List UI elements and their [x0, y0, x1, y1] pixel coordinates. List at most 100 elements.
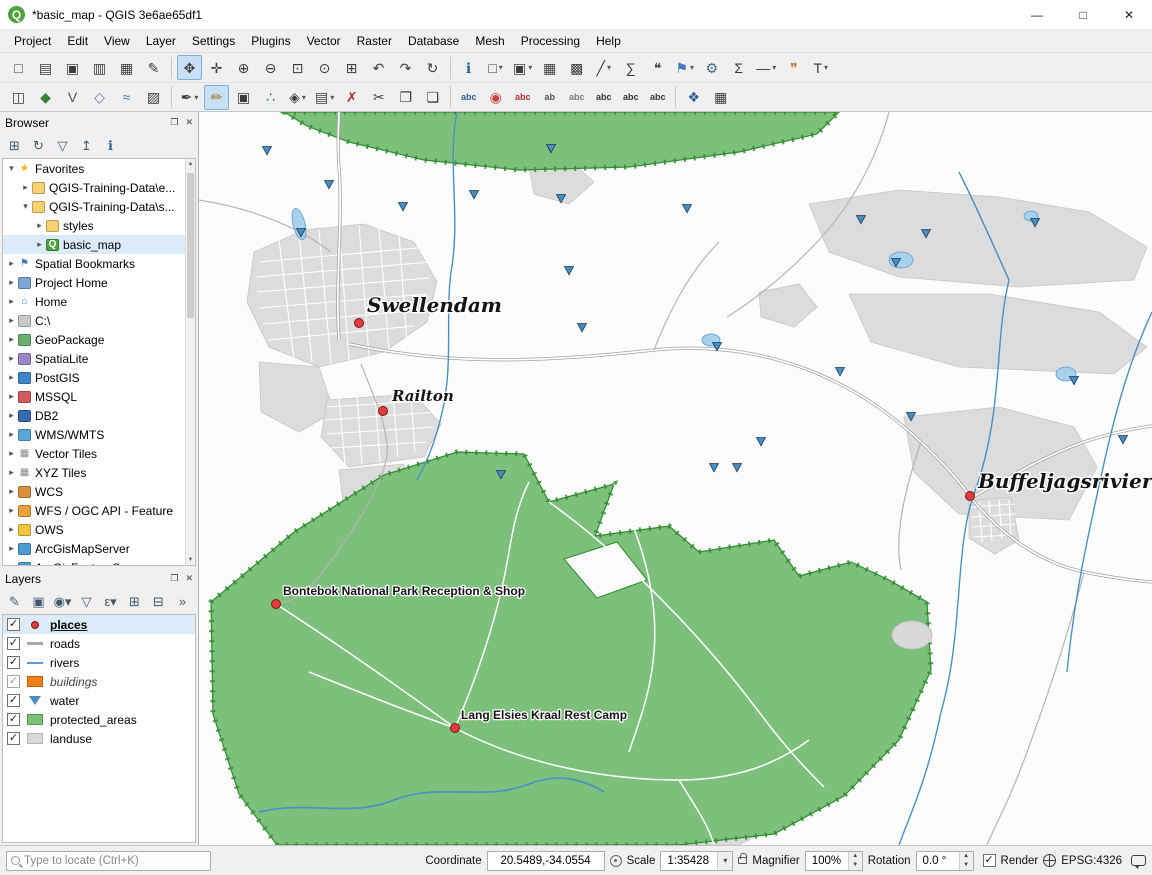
- zoom-next-icon[interactable]: ↷: [393, 55, 418, 80]
- filter-browser-icon[interactable]: ▽: [51, 135, 74, 157]
- chevron-down-icon[interactable]: ▾: [302, 93, 306, 102]
- save-layer-edits-icon[interactable]: ▣: [231, 85, 256, 110]
- magnifier-spinner[interactable]: 100% ▲▼: [805, 851, 863, 871]
- menu-help[interactable]: Help: [588, 31, 629, 51]
- spin-up-icon[interactable]: ▲: [849, 852, 862, 861]
- collapse-all-icon[interactable]: ↥: [75, 135, 98, 157]
- chevron-right-icon[interactable]: ▸: [6, 410, 17, 421]
- chevron-right-icon[interactable]: ▸: [6, 467, 17, 478]
- metasearch-icon[interactable]: ❖: [681, 85, 706, 110]
- rotation-spinner[interactable]: 0.0 ° ▲▼: [916, 851, 974, 871]
- new-spatialite-layer-icon[interactable]: ◇: [87, 85, 112, 110]
- chevron-down-icon[interactable]: ▾: [330, 93, 334, 102]
- layer-visibility-checkbox[interactable]: ✓: [7, 732, 20, 745]
- zoom-in-icon[interactable]: ⊕: [231, 55, 256, 80]
- text-annotation-icon[interactable]: T▾: [808, 55, 833, 80]
- toggle-editing-icon[interactable]: ✏: [204, 85, 229, 110]
- browser-item-qgis-training-data-e[interactable]: ▸QGIS-Training-Data\e...: [3, 178, 195, 197]
- deselect-features-icon[interactable]: ▣▾: [510, 55, 535, 80]
- chevron-down-icon[interactable]: ▾: [499, 63, 503, 72]
- browser-item-project-home[interactable]: ▸Project Home: [3, 273, 195, 292]
- browser-item-qgis-training-data-s[interactable]: ▾QGIS-Training-Data\s...: [3, 197, 195, 216]
- chevron-down-icon[interactable]: ▾: [20, 201, 31, 212]
- browser-item-spatialite[interactable]: ▸SpatiaLite: [3, 349, 195, 368]
- rotate-label-icon[interactable]: abc: [618, 85, 643, 110]
- layer-row-landuse[interactable]: ✓landuse: [3, 729, 195, 748]
- browser-item-db2[interactable]: ▸DB2: [3, 406, 195, 425]
- messages-icon[interactable]: [1131, 855, 1146, 866]
- open-attribute-table-icon[interactable]: ▦: [537, 55, 562, 80]
- manage-map-themes-icon[interactable]: ◉▾: [51, 591, 74, 613]
- highlight-pinned-labels-icon[interactable]: abc: [510, 85, 535, 110]
- show-layout-manager-icon[interactable]: ▦: [114, 55, 139, 80]
- close-panel-icon[interactable]: ✕: [185, 117, 193, 128]
- chevron-right-icon[interactable]: ▸: [6, 448, 17, 459]
- pin-unpin-labels-icon[interactable]: ab: [537, 85, 562, 110]
- select-features-icon[interactable]: □▾: [483, 55, 508, 80]
- close-button[interactable]: ✕: [1106, 0, 1152, 30]
- browser-item-styles[interactable]: ▸styles: [3, 216, 195, 235]
- chevron-right-icon[interactable]: ▸: [6, 372, 17, 383]
- chevron-down-icon[interactable]: ▾: [772, 63, 776, 72]
- zoom-last-icon[interactable]: ↶: [366, 55, 391, 80]
- menu-processing[interactable]: Processing: [513, 31, 588, 51]
- scroll-up-icon[interactable]: ▲: [186, 161, 195, 167]
- new-geopackage-layer-icon[interactable]: ◆: [33, 85, 58, 110]
- layer-row-rivers[interactable]: ✓rivers: [3, 653, 195, 672]
- current-edits-icon[interactable]: ✒▾: [177, 85, 202, 110]
- chevron-right-icon[interactable]: ▸: [6, 486, 17, 497]
- filter-by-expression-icon[interactable]: ε▾: [99, 591, 122, 613]
- paste-features-icon[interactable]: ❏: [420, 85, 445, 110]
- browser-item-home[interactable]: ▸⌂Home: [3, 292, 195, 311]
- layer-row-roads[interactable]: ✓roads: [3, 634, 195, 653]
- chevron-right-icon[interactable]: ▸: [6, 391, 17, 402]
- statistical-summary-icon[interactable]: ∑: [618, 55, 643, 80]
- save-project-icon[interactable]: ▣: [60, 55, 85, 80]
- scroll-down-icon[interactable]: ▼: [186, 557, 195, 563]
- browser-item-arcgisfeatureserver[interactable]: ▸ArcGisFeatureServer: [3, 558, 195, 566]
- map-annotation-icon[interactable]: ❞: [781, 55, 806, 80]
- zoom-full-icon[interactable]: ⊡: [285, 55, 310, 80]
- new-spatial-bookmark-icon[interactable]: ⚑▾: [672, 55, 697, 80]
- browser-item-vector-tiles[interactable]: ▸▦Vector Tiles: [3, 444, 195, 463]
- processing-toolbox-icon[interactable]: ⚙: [699, 55, 724, 80]
- browser-item-c[interactable]: ▸C:\: [3, 311, 195, 330]
- browser-item-arcgismapserver[interactable]: ▸ArcGisMapServer: [3, 539, 195, 558]
- chevron-right-icon[interactable]: ▸: [6, 296, 17, 307]
- menu-edit[interactable]: Edit: [59, 31, 96, 51]
- open-data-source-manager-icon[interactable]: ◫: [6, 85, 31, 110]
- browser-item-ows[interactable]: ▸OWS: [3, 520, 195, 539]
- layer-visibility-checkbox[interactable]: ✓: [7, 618, 20, 631]
- lock-scale-icon[interactable]: [738, 855, 747, 867]
- browser-item-xyz-tiles[interactable]: ▸▦XYZ Tiles: [3, 463, 195, 482]
- vertex-tool-icon[interactable]: ◈▾: [285, 85, 310, 110]
- scrollbar-thumb[interactable]: [187, 173, 194, 318]
- close-panel-icon[interactable]: ✕: [185, 573, 193, 584]
- layer-row-protected-areas[interactable]: ✓protected_areas: [3, 710, 195, 729]
- float-panel-icon[interactable]: ❐: [170, 573, 178, 584]
- chevron-right-icon[interactable]: ▸: [34, 220, 45, 231]
- grid-panel-icon[interactable]: ▦: [708, 85, 733, 110]
- expand-all-icon[interactable]: ⊞: [123, 591, 146, 613]
- chevron-right-icon[interactable]: ▸: [6, 429, 17, 440]
- measure-line-icon[interactable]: ╱▾: [591, 55, 616, 80]
- panel-overflow-icon[interactable]: »: [171, 591, 194, 613]
- browser-item-wcs[interactable]: ▸WCS: [3, 482, 195, 501]
- browser-item-wms-wmts[interactable]: ▸WMS/WMTS: [3, 425, 195, 444]
- new-print-layout-icon[interactable]: ▥: [87, 55, 112, 80]
- cut-features-icon[interactable]: ✂: [366, 85, 391, 110]
- browser-item-spatial-bookmarks[interactable]: ▸⚑Spatial Bookmarks: [3, 254, 195, 273]
- maximize-button[interactable]: □: [1060, 0, 1106, 30]
- layer-row-places[interactable]: ✓places: [3, 615, 195, 634]
- chevron-right-icon[interactable]: ▸: [6, 543, 17, 554]
- measure-angle-icon[interactable]: —▾: [753, 55, 779, 80]
- coordinate-value-box[interactable]: 20.5489,-34.0554: [487, 851, 605, 871]
- spin-down-icon[interactable]: ▼: [960, 861, 973, 870]
- change-label-properties-icon[interactable]: abc: [645, 85, 670, 110]
- menu-layer[interactable]: Layer: [138, 31, 184, 51]
- pan-to-selection-icon[interactable]: ✛: [204, 55, 229, 80]
- layer-diagram-options-icon[interactable]: ◉: [483, 85, 508, 110]
- browser-scrollbar[interactable]: ▲ ▼: [185, 159, 195, 565]
- browser-item-basic-map[interactable]: ▸Qbasic_map: [3, 235, 195, 254]
- layer-row-water[interactable]: ✓water: [3, 691, 195, 710]
